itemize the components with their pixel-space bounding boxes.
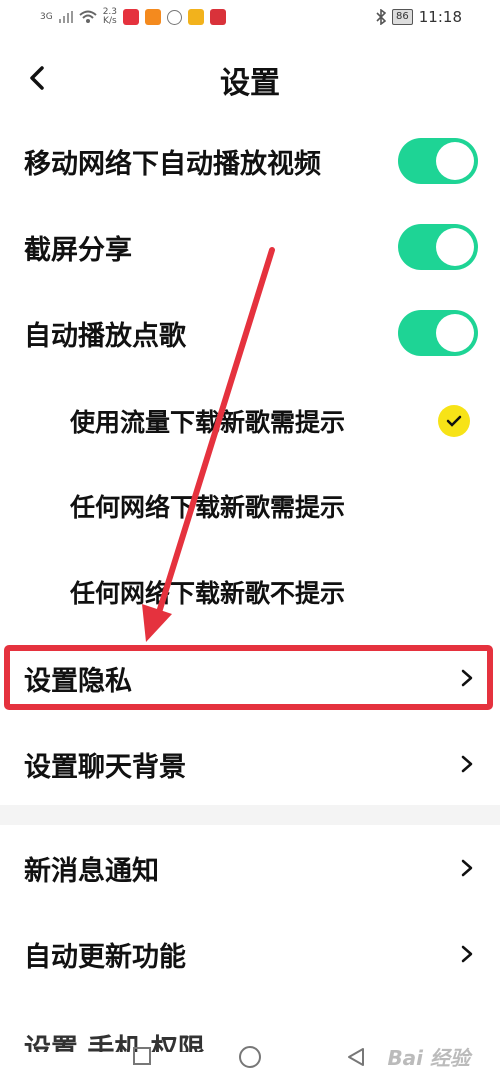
system-nav-bar: Bai 经验	[0, 1030, 500, 1084]
back-triangle-icon[interactable]	[345, 1046, 367, 1068]
annotation-arrow-icon	[142, 247, 275, 642]
recent-apps-icon[interactable]	[133, 1047, 151, 1065]
home-icon[interactable]	[239, 1046, 261, 1068]
watermark: Bai 经验	[387, 1046, 470, 1070]
